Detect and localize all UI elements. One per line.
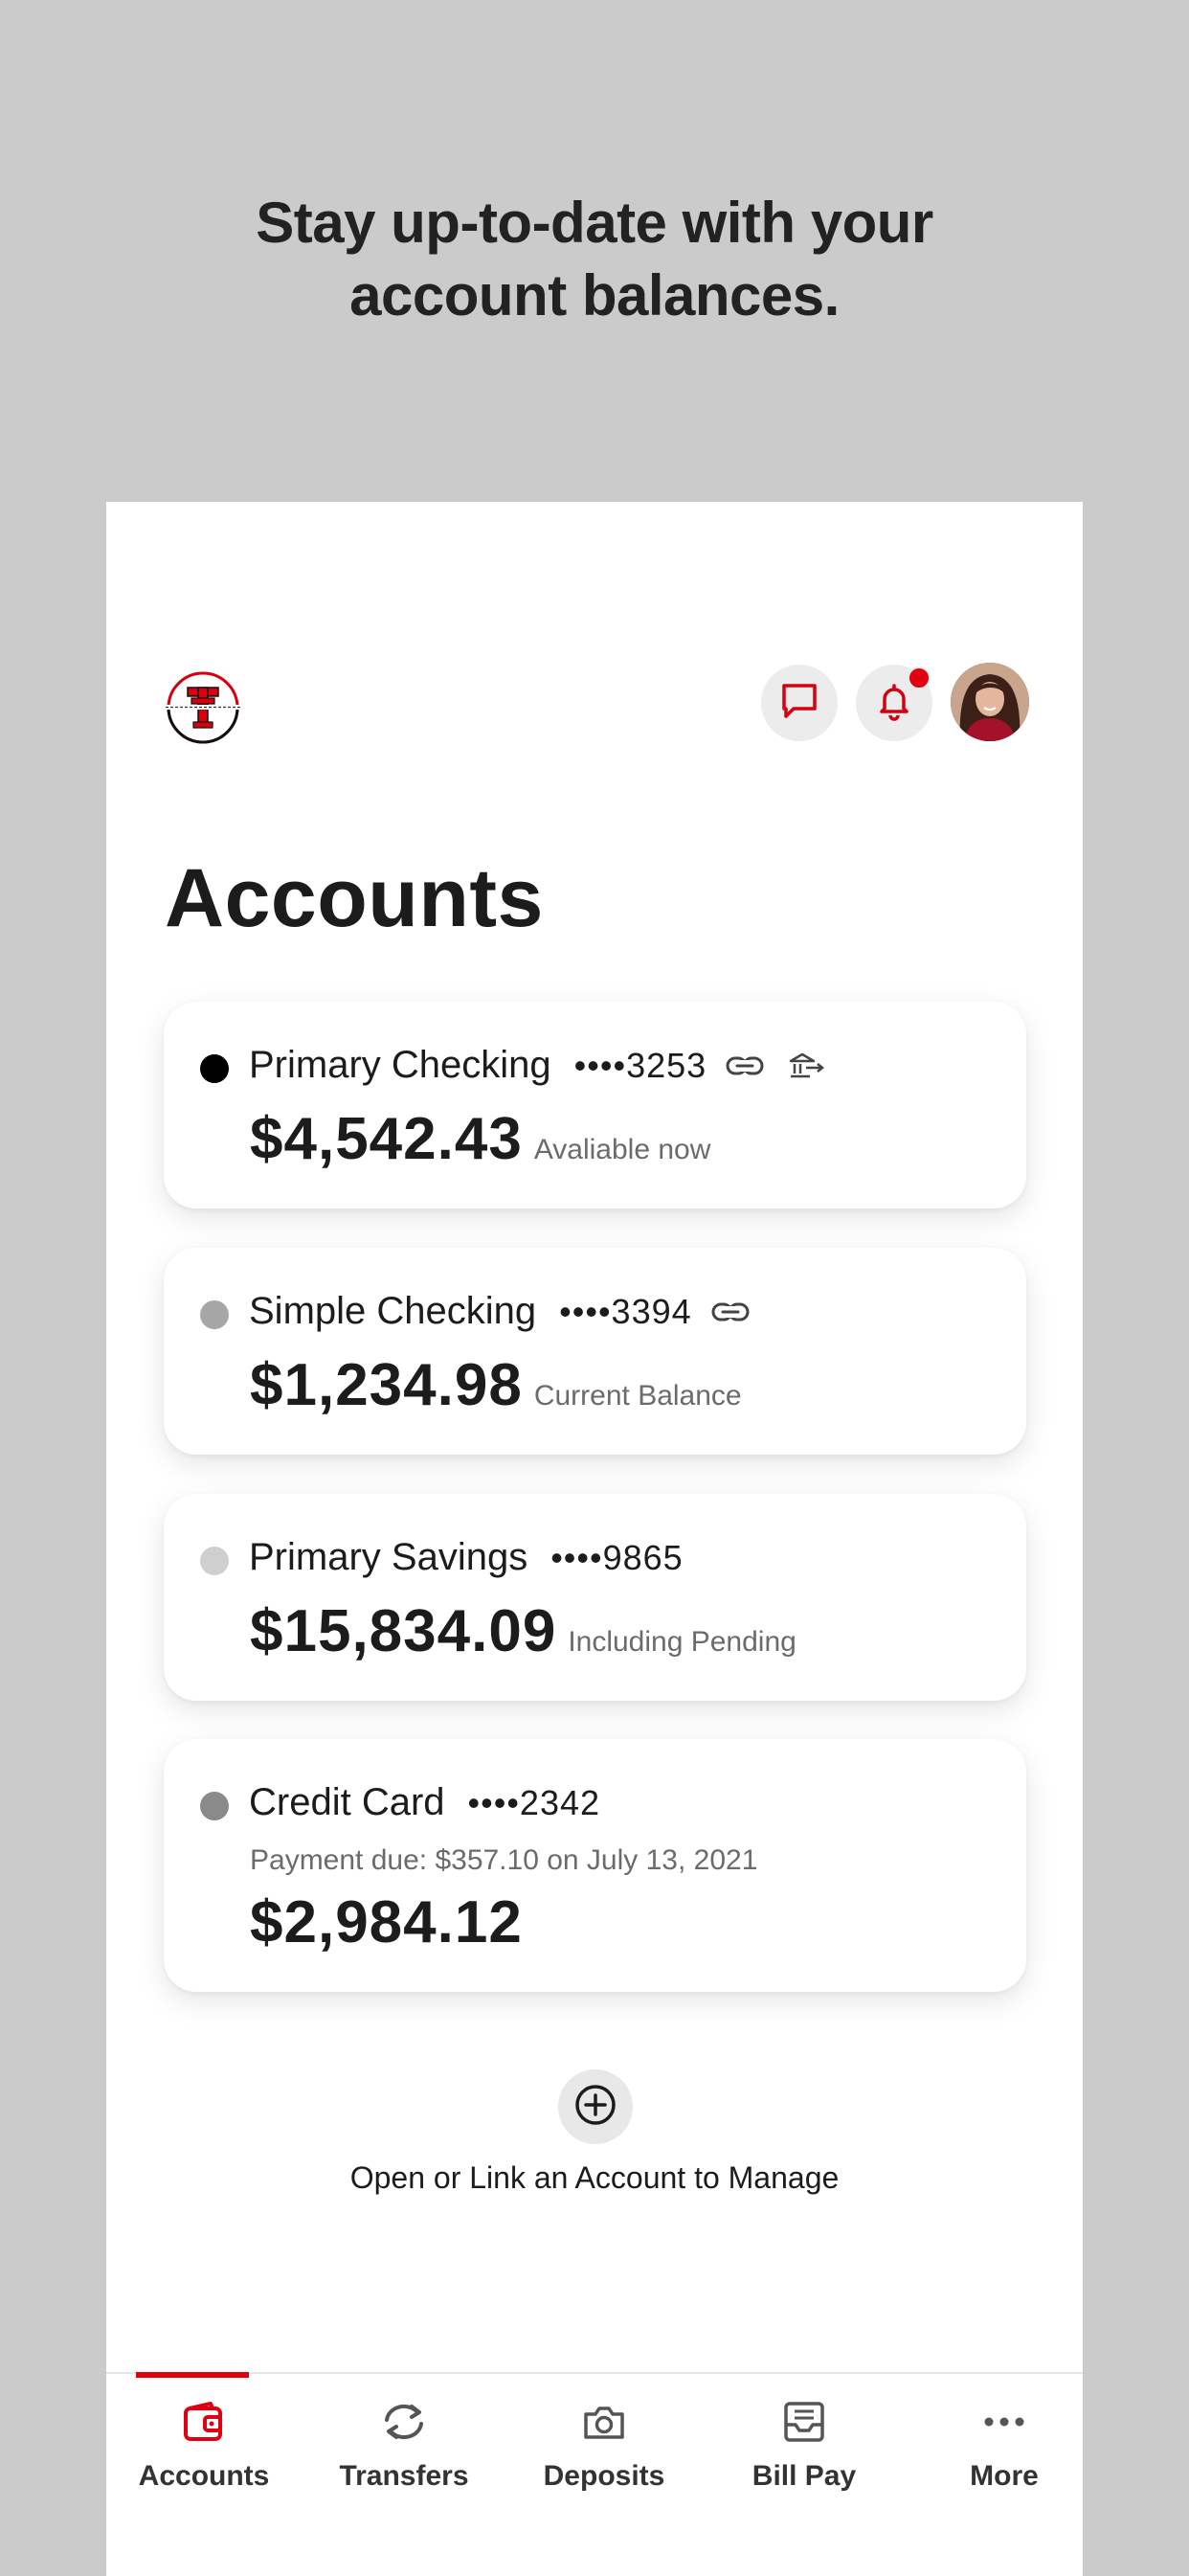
add-account-label[interactable]: Open or Link an Account to Manage: [106, 2160, 1083, 2196]
plus-circle-icon: [573, 2083, 617, 2132]
add-account-button[interactable]: [558, 2069, 633, 2144]
account-color-dot: [200, 1300, 229, 1329]
balance-note: Including Pending: [568, 1626, 796, 1658]
account-name: Primary Savings: [249, 1536, 528, 1578]
wallet-icon: [182, 2395, 226, 2449]
headline-line-1: Stay up-to-date with your: [256, 191, 933, 255]
tab-deposits[interactable]: Deposits: [506, 2374, 702, 2576]
tab-label: More: [970, 2460, 1039, 2492]
transfer-arrows-icon: [379, 2395, 429, 2449]
tab-accounts[interactable]: Accounts: [106, 2372, 302, 2576]
app-screen: Accounts Primary Checking ••••3253 $4,54…: [106, 502, 1083, 2576]
account-number-mask: ••••9865: [550, 1537, 684, 1577]
user-avatar[interactable]: [951, 663, 1029, 741]
account-card-primary-checking[interactable]: Primary Checking ••••3253 $4,542.43 Aval…: [164, 1002, 1026, 1209]
account-number-mask: ••••2342: [467, 1782, 601, 1822]
more-dots-icon: [982, 2395, 1026, 2449]
account-balance: $15,834.09: [250, 1598, 557, 1664]
camera-icon: [582, 2395, 626, 2449]
headline-line-2: account balances.: [349, 263, 840, 328]
account-card-simple-checking[interactable]: Simple Checking ••••3394 $1,234.98 Curre…: [164, 1248, 1026, 1455]
notification-badge: [908, 667, 931, 689]
account-name: Credit Card: [249, 1781, 445, 1823]
link-icon: [726, 1054, 764, 1077]
balance-note: Avaliable now: [533, 1134, 711, 1165]
tab-transfers[interactable]: Transfers: [306, 2374, 502, 2576]
tab-label: Transfers: [339, 2460, 469, 2492]
active-tab-indicator: [136, 2372, 249, 2378]
account-card-credit-card[interactable]: Credit Card ••••2342 Payment due: $357.1…: [164, 1739, 1026, 1992]
bill-inbox-icon: [782, 2395, 826, 2449]
notifications-button[interactable]: [856, 665, 932, 741]
tab-more[interactable]: More: [907, 2374, 1102, 2576]
chat-icon: [778, 680, 820, 727]
account-name: Simple Checking: [249, 1290, 537, 1332]
account-card-primary-savings[interactable]: Primary Savings ••••9865 $15,834.09 Incl…: [164, 1494, 1026, 1701]
double-t-logo-icon[interactable]: [162, 667, 244, 749]
page-title: Accounts: [165, 852, 544, 944]
account-balance: $1,234.98: [250, 1352, 523, 1418]
payment-due-text: Payment due: $357.10 on July 13, 2021: [250, 1844, 758, 1876]
bottom-tab-bar: Accounts Transfers Deposits Bill Pay Mor…: [106, 2372, 1083, 2576]
account-number-mask: ••••3253: [573, 1045, 707, 1085]
chat-button[interactable]: [761, 665, 838, 741]
link-icon: [711, 1300, 750, 1323]
account-color-dot: [200, 1547, 229, 1575]
account-balance: $4,542.43: [250, 1106, 523, 1172]
bell-icon: [873, 680, 915, 727]
account-number-mask: ••••3394: [559, 1291, 692, 1331]
tab-label: Accounts: [138, 2460, 270, 2492]
account-name: Primary Checking: [249, 1044, 551, 1086]
bank-transfer-icon: [789, 1051, 825, 1080]
balance-note: Current Balance: [533, 1380, 742, 1412]
account-balance: $2,984.12: [250, 1889, 523, 1955]
headline: Stay up-to-date with your account balanc…: [0, 187, 1189, 332]
tab-label: Bill Pay: [752, 2460, 857, 2492]
account-color-dot: [200, 1054, 229, 1083]
tab-bill-pay[interactable]: Bill Pay: [707, 2374, 902, 2576]
tab-label: Deposits: [543, 2460, 665, 2492]
account-color-dot: [200, 1792, 229, 1820]
